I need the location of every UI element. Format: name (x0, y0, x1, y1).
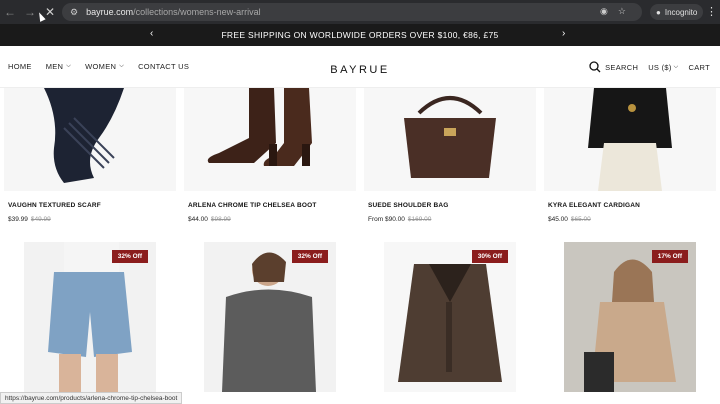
product-image[interactable] (184, 88, 356, 191)
price-current: From $90.00 (368, 216, 405, 223)
product-image[interactable] (4, 88, 176, 191)
incognito-label: Incognito (664, 7, 698, 17)
currency-selector[interactable]: US ($) ⌵ (648, 63, 678, 72)
product-price: $44.00 $98.99 (188, 216, 231, 223)
header-actions: SEARCH US ($) ⌵ CART (589, 61, 710, 73)
product-name[interactable]: VAUGHN TEXTURED SCARF (8, 202, 101, 209)
browser-toolbar: ← → ✕ ⚙ bayrue.com/collections/womens-ne… (0, 0, 720, 24)
discount-badge: 30% Off (471, 250, 508, 263)
denim-shorts-image (48, 242, 132, 392)
leather-jacket-image (398, 264, 502, 382)
search-button[interactable]: SEARCH (589, 61, 638, 73)
address-url: bayrue.com/collections/womens-new-arriva… (86, 7, 261, 17)
address-bar-actions: ◉ ☆ (600, 6, 626, 17)
price-original: $65.00 (570, 216, 591, 223)
product-card[interactable]: 32% Off (180, 242, 360, 392)
price-original: $169.00 (407, 216, 432, 223)
product-price: From $90.00 $169.00 (368, 216, 431, 223)
eye-off-icon[interactable]: ◉ (600, 6, 608, 17)
product-card[interactable]: 32% Off (0, 242, 180, 392)
knit-sweater-image (564, 242, 696, 392)
product-card[interactable]: ARLENA CHROME TIP CHELSEA BOOT $44.00 $98… (180, 88, 360, 240)
product-image[interactable] (364, 88, 536, 191)
product-name[interactable]: KYRA ELEGANT CARDIGAN (548, 202, 640, 209)
announcement-text: FREE SHIPPING ON WORLDWIDE ORDERS OVER $… (221, 30, 499, 40)
address-bar[interactable]: ⚙ bayrue.com/collections/womens-new-arri… (62, 3, 642, 21)
price-original: $49.99 (30, 216, 51, 223)
discount-badge: 17% Off (651, 250, 688, 263)
announcement-next-icon[interactable]: › (562, 28, 566, 39)
bag-image (404, 96, 496, 178)
product-price: $45.00 $65.00 (548, 216, 591, 223)
sheer-top-image (222, 252, 316, 392)
cart-button[interactable]: CART (689, 63, 710, 72)
discount-badge: 32% Off (291, 250, 328, 263)
browser-menu-icon[interactable]: ⋮ (706, 5, 717, 18)
product-name[interactable]: SUEDE SHOULDER BAG (368, 202, 449, 209)
cardigan-image (588, 88, 672, 191)
product-image[interactable] (544, 88, 716, 191)
scarf-image (44, 88, 124, 183)
product-image[interactable]: 32% Off (24, 242, 156, 392)
price-current: $39.99 (8, 216, 28, 223)
back-icon[interactable]: ← (0, 0, 20, 24)
url-host: bayrue.com (86, 7, 134, 17)
product-card[interactable]: SUEDE SHOULDER BAG From $90.00 $169.00 (360, 88, 540, 240)
product-card[interactable]: 17% Off (540, 242, 720, 392)
search-icon (589, 61, 601, 73)
product-image[interactable]: 32% Off (204, 242, 336, 392)
product-card[interactable]: VAUGHN TEXTURED SCARF $39.99 $49.99 (0, 88, 180, 240)
product-name[interactable]: ARLENA CHROME TIP CHELSEA BOOT (188, 202, 317, 209)
price-current: $44.00 (188, 216, 208, 223)
chevron-down-icon: ⌵ (673, 63, 679, 70)
price-original: $98.99 (210, 216, 231, 223)
search-label: SEARCH (605, 62, 639, 72)
bookmark-star-icon[interactable]: ☆ (618, 6, 626, 17)
announcement-bar: ‹ FREE SHIPPING ON WORLDWIDE ORDERS OVER… (0, 24, 720, 46)
product-price: $39.99 $49.99 (8, 216, 51, 223)
link-status-bar: https://bayrue.com/products/arlena-chrom… (0, 392, 183, 404)
currency-label: US ($) (648, 62, 672, 72)
incognito-indicator[interactable]: ● Incognito (650, 4, 704, 20)
boot-image (207, 88, 312, 166)
site-info-icon[interactable]: ⚙ (70, 7, 78, 18)
product-image[interactable]: 17% Off (564, 242, 696, 392)
product-card[interactable]: 30% Off (360, 242, 540, 392)
product-image[interactable]: 30% Off (384, 242, 516, 392)
product-card[interactable]: KYRA ELEGANT CARDIGAN $45.00 $65.00 (540, 88, 720, 240)
url-path: /collections/womens-new-arrival (133, 7, 261, 17)
discount-badge: 32% Off (111, 250, 148, 263)
incognito-icon: ● (656, 7, 661, 17)
site-header: HOME MEN ⌵ WOMEN ⌵ CONTACT US BAYRUE SEARC… (0, 46, 720, 88)
price-current: $45.00 (548, 216, 568, 223)
announcement-prev-icon[interactable]: ‹ (150, 28, 154, 39)
